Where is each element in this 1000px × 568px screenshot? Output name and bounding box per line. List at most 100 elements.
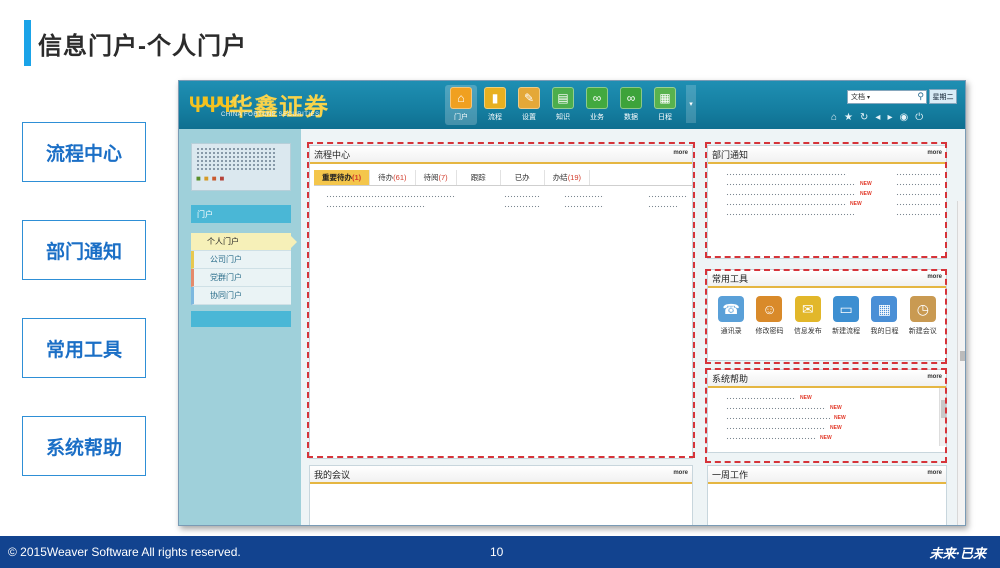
footer-logo: 未来·已来: [929, 546, 986, 562]
portlet-header: 我的会议 more: [310, 466, 692, 484]
more-link[interactable]: more: [927, 374, 942, 380]
list-item[interactable]: NEW: [716, 395, 932, 402]
nav-label: 流程: [488, 114, 502, 121]
tool-publish-info[interactable]: ✉ 信息发布: [791, 296, 825, 336]
mail-icon[interactable]: ■: [212, 174, 217, 183]
tab-count: (61): [393, 173, 407, 182]
tab-done[interactable]: 已办: [501, 170, 545, 185]
department-notice-portlet: 部门通知 more NEW NEW NEW: [707, 145, 947, 259]
nav-settings[interactable]: ✎ 设置: [513, 85, 545, 125]
sidebar-item-collab-portal[interactable]: 协同门户: [191, 287, 291, 305]
label-process-center: 流程中心: [22, 122, 146, 182]
more-link[interactable]: more: [927, 274, 942, 280]
search-input[interactable]: 文档 ▾ ⚲: [847, 90, 927, 104]
list-item[interactable]: NEW: [716, 435, 932, 442]
process-tabs: 重要待办 (1) 待办 (61) 待阅 (7) 跟踪 已办 办结 (19): [314, 170, 692, 186]
portlet-title: 常用工具: [712, 273, 749, 284]
tab-todo[interactable]: 待办 (61): [370, 170, 416, 185]
nav-data[interactable]: ∞ 数据: [615, 85, 647, 125]
help-list: NEW NEW NEW NEW NEW: [708, 388, 946, 449]
app-header: ΨΨΨ 华鑫证券 CHINA FORTUNE SECURITIES ⌂ 门户 ▮…: [179, 81, 965, 129]
more-link[interactable]: more: [927, 150, 942, 156]
portlet-header: 系统帮助 more: [708, 370, 946, 388]
power-icon[interactable]: ⏻: [915, 112, 923, 123]
search-icon[interactable]: ⚲: [917, 91, 924, 102]
calendar-icon: ▦: [871, 296, 898, 322]
nav-business[interactable]: ∞ 业务: [581, 85, 613, 125]
wrench-icon: ✎: [518, 87, 540, 109]
list-item[interactable]: NEW: [716, 181, 940, 188]
forward-icon[interactable]: ▸: [887, 112, 892, 123]
help-scrollbar[interactable]: [939, 388, 946, 446]
tool-label: 新建会议: [908, 328, 937, 335]
bar-chart-icon: ▮: [484, 87, 506, 109]
list-item[interactable]: [318, 193, 688, 200]
tool-change-password[interactable]: ☺ 修改密码: [752, 296, 786, 336]
users-key-icon: ☺: [756, 296, 783, 322]
chevron-down-icon: ▾: [867, 94, 871, 101]
list-item[interactable]: NEW: [716, 201, 940, 208]
nav-knowledge[interactable]: ▤ 知识: [547, 85, 579, 125]
tab-important-todo[interactable]: 重要待办 (1): [314, 170, 371, 185]
label-common-tools: 常用工具: [22, 318, 146, 378]
tab-tracking[interactable]: 跟踪: [457, 170, 501, 185]
nav-process[interactable]: ▮ 流程: [479, 85, 511, 125]
star-icon[interactable]: ★: [844, 112, 853, 123]
tab-label: 已办: [514, 173, 530, 182]
tool-contacts[interactable]: ☎ 通讯录: [714, 296, 748, 336]
sidebar-head: 门户: [191, 205, 291, 223]
people-icon[interactable]: ■: [220, 174, 225, 183]
list-item[interactable]: [318, 203, 684, 210]
note-icon[interactable]: ■: [204, 174, 209, 183]
tool-label: 新建流程: [832, 328, 861, 335]
sidebar-item-personal-portal[interactable]: 个人门户: [191, 233, 297, 251]
portlet-header: 部门通知 more: [708, 146, 946, 164]
tab-completed[interactable]: 办结 (19): [545, 170, 591, 185]
tab-count: (7): [438, 173, 448, 182]
tool-new-meeting[interactable]: ◷ 新建会议: [906, 296, 940, 336]
list-item[interactable]: [716, 171, 940, 178]
home-icon[interactable]: ⌂: [831, 112, 837, 123]
tool-label: 通讯录: [720, 328, 742, 335]
sidebar-menu: 个人门户 公司门户 党群门户 协同门户: [191, 233, 297, 305]
settings-icon[interactable]: ◉: [899, 112, 908, 123]
system-help-portlet: 系统帮助 more NEW NEW NEW NEW NEW: [707, 369, 947, 453]
page-number: 10: [490, 545, 504, 559]
portlet-header: 常用工具 more: [708, 270, 946, 288]
portlet-title: 流程中心: [314, 149, 351, 160]
list-item[interactable]: [716, 211, 940, 218]
top-nav: ⌂ 门户 ▮ 流程 ✎ 设置 ▤ 知识 ∞ 业务 ∞ 数据 ▦ 日程 ▾: [445, 85, 696, 125]
search-category[interactable]: 文档: [851, 92, 865, 102]
sidebar-item-party-portal[interactable]: 党群门户: [191, 269, 291, 287]
list-item[interactable]: NEW: [716, 425, 932, 432]
announce-icon: ✉: [794, 296, 821, 322]
tool-new-process[interactable]: ▭ 新建流程: [829, 296, 863, 336]
more-link[interactable]: more: [673, 470, 688, 476]
more-link[interactable]: more: [673, 150, 688, 156]
weekday-badge: 星期二: [929, 89, 957, 104]
portlet-title: 系统帮助: [712, 373, 749, 384]
process-list: [310, 186, 692, 217]
list-item[interactable]: NEW: [716, 405, 932, 412]
list-item[interactable]: NEW: [716, 191, 940, 198]
page-scrollbar[interactable]: [957, 201, 965, 525]
more-link[interactable]: more: [927, 470, 942, 476]
list-item[interactable]: NEW: [716, 415, 932, 422]
tab-to-read[interactable]: 待阅 (7): [416, 170, 457, 185]
slide-title: 信息门户-个人门户: [38, 33, 247, 60]
label-system-help: 系统帮助: [22, 416, 146, 476]
sidebar-item-company-portal[interactable]: 公司门户: [191, 251, 291, 269]
nav-schedule[interactable]: ▦ 日程: [649, 85, 681, 125]
tool-my-schedule[interactable]: ▦ 我的日程: [867, 296, 901, 336]
refresh-icon[interactable]: ↻: [860, 112, 868, 123]
user-icon[interactable]: ■: [196, 174, 201, 183]
copyright-text: © 2015Weaver Software All rights reserve…: [8, 545, 241, 559]
back-icon[interactable]: ◂: [875, 112, 880, 123]
label-department-notice: 部门通知: [22, 220, 146, 280]
contacts-icon: ☎: [718, 296, 745, 322]
nav-portal[interactable]: ⌂ 门户: [445, 85, 477, 125]
my-meetings-portlet: 我的会议 more: [309, 465, 693, 525]
nav-more-button[interactable]: ▾: [686, 85, 696, 123]
infinity-icon: ∞: [586, 87, 608, 109]
infinity-icon: ∞: [620, 87, 642, 109]
